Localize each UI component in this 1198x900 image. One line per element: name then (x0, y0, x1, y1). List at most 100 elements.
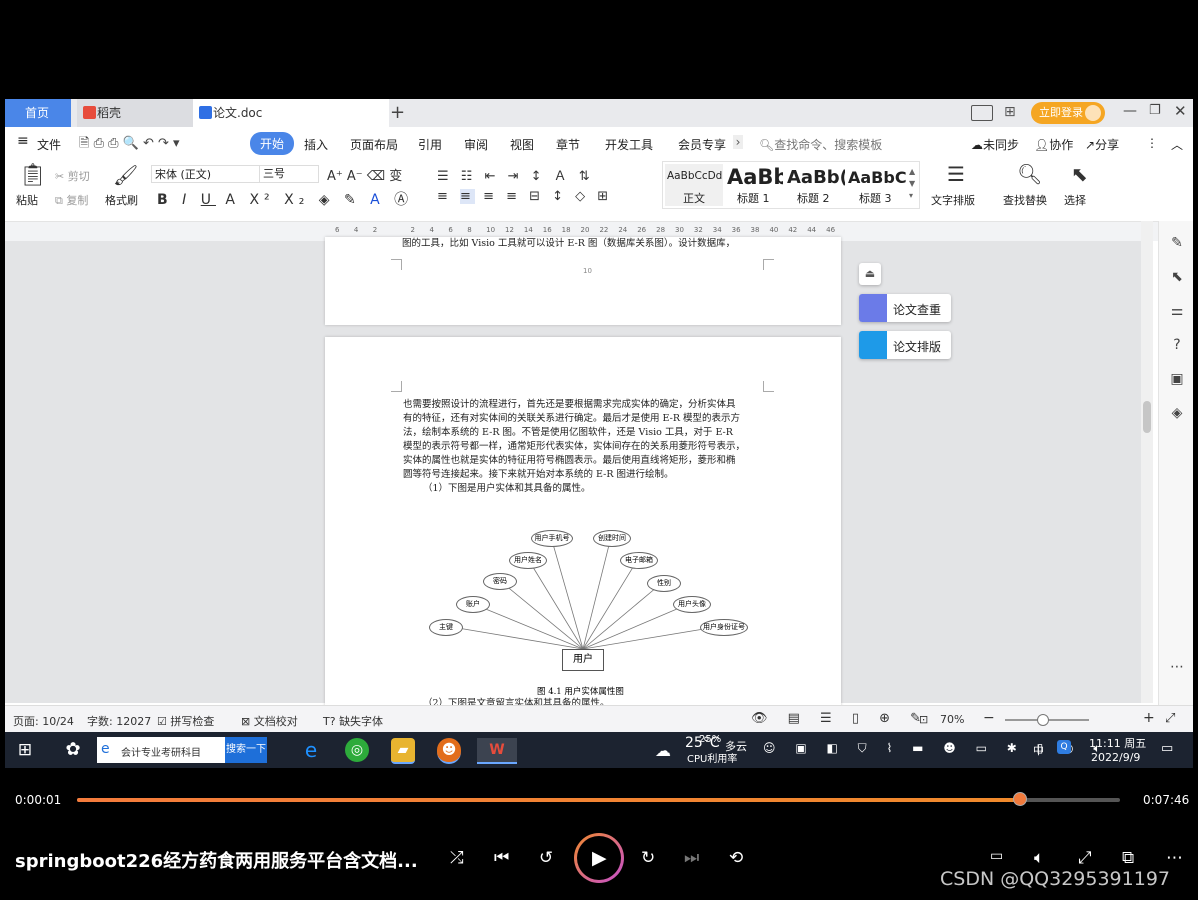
paper-check-button[interactable]: 论文查重 (859, 294, 951, 322)
paste-button[interactable]: 粘贴 (16, 192, 38, 208)
close-icon[interactable]: ✕ (1174, 102, 1187, 120)
menu-tab-reference[interactable]: 引用 (418, 136, 442, 153)
word-count[interactable]: 字数: 12027 (87, 713, 151, 729)
more-options-icon[interactable]: ⋯ (1166, 848, 1183, 868)
pen-icon[interactable]: ✎ (1168, 235, 1186, 253)
next-icon[interactable]: ⏭ (684, 848, 699, 868)
file-explorer-icon[interactable]: ▰ (391, 738, 415, 764)
search-command[interactable]: 🔍︎查找命令、搜索模板 (759, 136, 882, 153)
tab-document[interactable]: 论文.doc (193, 99, 389, 127)
player-app-icon[interactable]: ☻ (437, 738, 461, 764)
copy-button[interactable]: ⧉ 复制 (55, 192, 88, 208)
shuffle-icon[interactable]: ⤮ (450, 848, 464, 868)
font-grow-shrink-icons[interactable]: A⁺ A⁻ ⌫ 变 (327, 165, 402, 184)
sync-button[interactable]: ☁未同步 (971, 136, 1019, 153)
shape-icon[interactable]: ◈ (1168, 405, 1186, 423)
doc-proof[interactable]: ⊠ 文档校对 (241, 713, 298, 729)
seek-bar-knob[interactable] (1012, 792, 1027, 806)
zoom-slider-knob[interactable] (1037, 714, 1050, 726)
rewind-10-icon[interactable]: ↺ (539, 848, 553, 868)
menu-tab-page-layout[interactable]: 页面布局 (350, 136, 398, 153)
quick-access-icons[interactable]: 🗎 ⎙ ⎙ 🔍 ↶ ↷ ▾ (79, 134, 180, 156)
forward-30-icon[interactable]: ↻ (641, 848, 655, 868)
clock-date[interactable]: 2022/9/9 (1091, 751, 1140, 764)
cut-button[interactable]: ✂ 剪切 (55, 168, 90, 184)
menu-tab-start[interactable]: 开始 (250, 132, 295, 155)
chevron-right-icon[interactable]: › (733, 135, 743, 149)
fullscreen-icon[interactable]: ⤢ (1165, 711, 1175, 726)
style-normal[interactable]: AaBbCcDd 正文 (665, 164, 723, 206)
layout-icon[interactable] (971, 105, 993, 121)
taskbar-search-button[interactable]: 搜索一下 (225, 737, 267, 763)
subtitles-icon[interactable]: ▭ (990, 848, 1003, 864)
text-layout-button[interactable]: 文字排版 (931, 192, 975, 208)
wps-app-icon[interactable]: W (477, 738, 517, 764)
find-replace-icon[interactable]: 🔍︎ (1017, 162, 1042, 186)
collapse-ribbon-icon[interactable]: ︿ (1171, 136, 1183, 153)
clock-time[interactable]: 11:11 周五 (1089, 735, 1146, 751)
document-area[interactable]: 图的工具，比如 Visio 工具就可以设计 E-R 图（数据库关系图）。设计数据… (5, 221, 1153, 717)
zoom-out-icon[interactable]: − (983, 710, 995, 726)
menu-tab-member[interactable]: 会员专享 (678, 136, 726, 153)
page-indicator[interactable]: 页面: 10/24 (13, 713, 74, 729)
style-heading-1[interactable]: AaBb 标题 1 (725, 164, 783, 206)
align-icons[interactable]: ≡ ≡ ≡ ≡ ⊟ ↕ ◇ ⊞ (437, 189, 612, 204)
font-size-select[interactable]: 三号 (259, 165, 319, 183)
missing-font[interactable]: T? 缺失字体 (323, 713, 383, 729)
menu-tab-view[interactable]: 视图 (510, 136, 534, 153)
font-format-icons[interactable]: B I U A X² X₂ ◈ ✎ A Ⓐ (157, 189, 413, 209)
action-center-icon[interactable]: ▭ (1161, 741, 1173, 756)
weather-icon[interactable]: ☁ (655, 741, 671, 760)
spell-check[interactable]: ☑ 拼写检查 (157, 713, 214, 729)
text-layout-icon[interactable]: ☰ (947, 162, 965, 186)
menu-tab-chapter[interactable]: 章节 (556, 136, 580, 153)
zoom-level[interactable]: 70% (940, 713, 964, 726)
miniplayer-icon[interactable]: ⧉ (1122, 848, 1134, 868)
restore-icon[interactable]: ❐ (1149, 103, 1161, 118)
cursor-icon[interactable]: ⬉ (1168, 269, 1186, 287)
share-button[interactable]: ↗分享 (1085, 136, 1119, 153)
apps-grid-icon[interactable]: ⊞ (1004, 104, 1016, 120)
menu-file[interactable]: 文件 (37, 136, 61, 153)
select-cursor-icon[interactable]: ⬉ (1071, 162, 1088, 186)
style-heading-2[interactable]: AaBb( 标题 2 (785, 164, 845, 206)
notify-app-icon[interactable]: Q (1057, 740, 1071, 754)
zoom-fit-icon[interactable]: ⊡ (919, 713, 928, 726)
login-button[interactable]: 立即登录 (1031, 102, 1105, 124)
zoom-in-icon[interactable]: + (1143, 710, 1155, 726)
select-button[interactable]: 选择 (1064, 192, 1086, 208)
image-icon[interactable]: ▣ (1168, 371, 1186, 389)
styles-scroll-icon[interactable]: ▲ ▼ ▾ (909, 166, 915, 202)
find-replace-button[interactable]: 查找替换 (1003, 192, 1047, 208)
format-painter-icon[interactable]: 🖌︎ (113, 163, 138, 187)
menu-tab-developer[interactable]: 开发工具 (605, 136, 653, 153)
play-button[interactable]: ▶ (574, 833, 624, 883)
help-icon[interactable]: ? (1168, 337, 1186, 355)
zoom-slider[interactable] (1005, 714, 1089, 726)
new-tab-button[interactable]: + (390, 102, 405, 123)
menu-tab-insert[interactable]: 插入 (304, 136, 328, 153)
more-dots-icon[interactable]: ⋯ (1168, 659, 1186, 677)
previous-icon[interactable]: ⏮ (494, 848, 509, 868)
scrollbar-thumb[interactable] (1143, 401, 1151, 433)
vertical-scrollbar[interactable] (1141, 221, 1153, 703)
view-mode-icons[interactable]: 👁︎ ▤ ☰ ▯ ⊕ ✎ (751, 711, 929, 726)
paper-layout-button[interactable]: 论文排版 (859, 331, 951, 359)
windows-start-icon[interactable]: ⊞ (13, 738, 37, 762)
ie-browser-icon[interactable]: e (299, 738, 323, 762)
menu-tab-review[interactable]: 审阅 (464, 136, 488, 153)
eject-icon[interactable]: ⏏ (859, 263, 881, 285)
hamburger-icon[interactable]: ≡ (17, 133, 29, 149)
style-heading-3[interactable]: AaBbC( 标题 3 (847, 164, 907, 206)
taskbar-search[interactable]: e 会计专业考研科目 搜索一下 (97, 737, 267, 763)
browser-360-icon[interactable]: ◎ (345, 738, 369, 762)
format-painter-button[interactable]: 格式刷 (105, 192, 138, 208)
paste-icon[interactable]: 📋︎ (19, 163, 47, 188)
fullscreen-expand-icon[interactable]: ⤢ (1078, 848, 1092, 868)
tab-daoke[interactable]: 稻壳 (77, 99, 193, 127)
ime-indicator[interactable]: 中 (1033, 742, 1044, 758)
list-indent-icons[interactable]: ☰ ☷ ⇤ ⇥ ↕ Ａ ⇅ (437, 165, 594, 184)
app-swirl-icon[interactable]: ✿ (61, 738, 85, 762)
repeat-off-icon[interactable]: ⟲ (729, 848, 743, 868)
tab-home[interactable]: 首页 (5, 99, 71, 127)
